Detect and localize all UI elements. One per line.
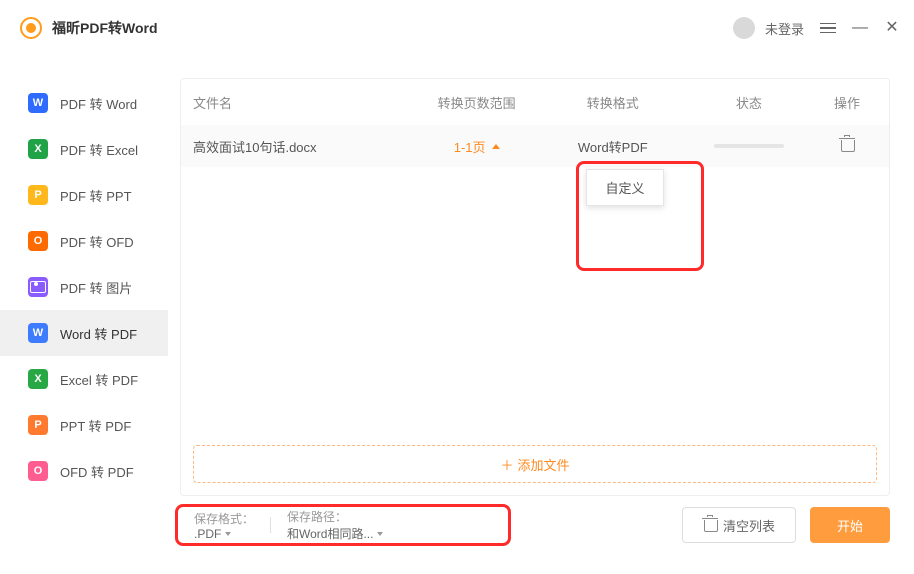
save-format-label: 保存格式：	[194, 512, 254, 526]
sidebar-item-icon: P	[28, 415, 48, 435]
chevron-down-icon	[225, 532, 231, 536]
save-path: 保存路径：和Word相同路...	[287, 508, 383, 542]
add-file-button[interactable]: ＋ 添加文件	[193, 445, 877, 483]
cell-op	[817, 138, 877, 155]
table-header: 文件名 转换页数范围 转换格式 状态 操作	[181, 79, 889, 125]
save-options: 保存格式：.PDF 保存路径：和Word相同路...	[180, 507, 397, 543]
sidebar-item[interactable]: W PDF 转 Word	[0, 80, 168, 126]
sidebar-item-icon: O	[28, 461, 48, 481]
sidebar-item-label: Word 转 PDF	[60, 324, 137, 343]
page-range-dropdown: 自定义	[586, 169, 664, 206]
dropdown-item-custom[interactable]: 自定义	[587, 170, 663, 205]
sidebar-item-icon: W	[28, 323, 48, 343]
chevron-down-icon	[377, 532, 383, 536]
file-list-area: 文件名 转换页数范围 转换格式 状态 操作 高效面试10句话.docx 1-1页…	[180, 78, 890, 496]
sidebar-item[interactable]: PDF 转 图片	[0, 264, 168, 310]
progress-bar	[714, 144, 784, 148]
start-button[interactable]: 开始	[810, 507, 890, 543]
divider	[270, 517, 271, 533]
sidebar-item-label: PDF 转 OFD	[60, 232, 134, 251]
app-body: W PDF 转 Word X PDF 转 Excel P PDF 转 PPT O PDF 转 …	[0, 56, 914, 574]
save-path-label: 保存路径：	[287, 510, 347, 524]
minimize-button[interactable]: —	[852, 20, 868, 36]
footer-actions: 清空列表 开始	[682, 507, 890, 543]
save-path-select[interactable]: 和Word相同路...	[287, 525, 383, 542]
sidebar-item-icon: X	[28, 139, 48, 159]
sidebar-item-icon: W	[28, 93, 48, 113]
sidebar-item-icon: P	[28, 185, 48, 205]
sidebar-item[interactable]: W Word 转 PDF	[0, 310, 168, 356]
sidebar-item[interactable]: X PDF 转 Excel	[0, 126, 168, 172]
sidebar-item[interactable]: P PDF 转 PPT	[0, 172, 168, 218]
sidebar-item-label: PDF 转 Word	[60, 94, 137, 113]
main-panel: 文件名 转换页数范围 转换格式 状态 操作 高效面试10句话.docx 1-1页…	[168, 56, 914, 574]
clear-list-button[interactable]: 清空列表	[682, 507, 796, 543]
sidebar-item-icon: X	[28, 369, 48, 389]
cell-status	[681, 144, 817, 148]
save-format-select[interactable]: .PDF	[194, 527, 254, 541]
sidebar-item-label: PDF 转 图片	[60, 278, 132, 297]
menu-icon[interactable]	[820, 20, 836, 37]
col-header-format: 转换格式	[545, 93, 681, 112]
app-window: 福昕PDF转Word 未登录 — ✕ W PDF 转 Word X PDF 转 Exc…	[0, 0, 914, 574]
sidebar-item-label: PPT 转 PDF	[60, 416, 131, 435]
add-file-label: 添加文件	[518, 455, 570, 474]
footer: 保存格式：.PDF 保存路径：和Word相同路... 清空列表 开始	[180, 496, 890, 554]
col-header-status: 状态	[681, 93, 817, 112]
app-title: 福昕PDF转Word	[52, 18, 158, 38]
cell-page-range[interactable]: 1-1页	[409, 137, 545, 156]
login-status[interactable]: 未登录	[765, 19, 804, 38]
cell-filename: 高效面试10句话.docx	[193, 137, 409, 156]
delete-button[interactable]	[840, 138, 854, 152]
sidebar-item[interactable]: O OFD 转 PDF	[0, 448, 168, 494]
sidebar-item[interactable]: P PPT 转 PDF	[0, 402, 168, 448]
sidebar-item[interactable]: X Excel 转 PDF	[0, 356, 168, 402]
sidebar-item-icon: O	[28, 231, 48, 251]
col-header-op: 操作	[817, 93, 877, 112]
trash-icon	[703, 518, 717, 532]
plus-icon: ＋	[500, 455, 513, 474]
sidebar-item-icon	[28, 277, 48, 297]
sidebar-item-label: OFD 转 PDF	[60, 462, 134, 481]
clear-list-label: 清空列表	[723, 516, 775, 535]
sidebar: W PDF 转 Word X PDF 转 Excel P PDF 转 PPT O PDF 转 …	[0, 56, 168, 574]
start-label: 开始	[837, 516, 863, 535]
sidebar-item[interactable]: O PDF 转 OFD	[0, 218, 168, 264]
page-range-text: 1-1页	[454, 137, 486, 156]
titlebar: 福昕PDF转Word 未登录 — ✕	[0, 0, 914, 56]
cell-format: Word转PDF	[545, 137, 681, 156]
app-logo-icon	[20, 17, 42, 39]
close-button[interactable]: ✕	[884, 20, 900, 36]
sidebar-item-label: PDF 转 Excel	[60, 140, 138, 159]
col-header-name: 文件名	[193, 93, 409, 112]
sidebar-item-label: Excel 转 PDF	[60, 370, 138, 389]
avatar-icon[interactable]	[733, 17, 755, 39]
table-row: 高效面试10句话.docx 1-1页 Word转PDF	[181, 125, 889, 167]
window-controls: 未登录 — ✕	[733, 0, 900, 56]
save-format: 保存格式：.PDF	[194, 510, 254, 541]
sidebar-item-label: PDF 转 PPT	[60, 186, 132, 205]
col-header-range: 转换页数范围	[409, 93, 545, 112]
chevron-up-icon	[492, 144, 500, 149]
